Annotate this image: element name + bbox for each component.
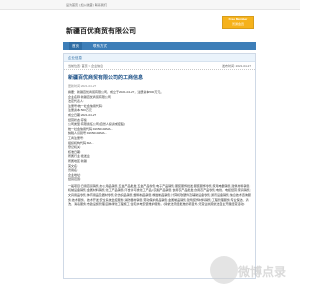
top-bar: 设为首页 | 加入收藏 | 联系我们 [0, 0, 300, 10]
member-badge: Free Member 普通会员 [222, 16, 254, 29]
breadcrumb-text[interactable]: 当前位置: 首页 > 企业信息 [68, 64, 103, 68]
main-panel: 企业信息 当前位置: 首页 > 企业信息 发布时间: 2021-04-27 新疆… [63, 53, 256, 279]
watermark-logo-icon [210, 256, 238, 284]
top-links[interactable]: 设为首页 | 加入收藏 | 联系我们 [66, 3, 107, 7]
info-line: 经营范围: [68, 177, 81, 182]
nav-item-home[interactable]: 首页 [69, 42, 82, 50]
business-scope: 一般项目:日用百货销售;办公用品销售;五金产品批发;五金产品零售;电子产品销售;… [68, 183, 251, 207]
nav-item-contact[interactable]: 联系方式 [90, 42, 110, 50]
badge-line2: 普通会员 [231, 22, 244, 26]
article-content: 新疆百优商贸有限公司的工商信息 更新时间:2021-04-27 摘要：新疆百优商… [64, 70, 255, 207]
article-title: 新疆百优商贸有限公司的工商信息 [68, 75, 144, 81]
publish-date: 发布时间: 2021-04-27 [221, 64, 251, 68]
main-nav: 首页 联系方式 [63, 42, 256, 50]
breadcrumb: 当前位置: 首页 > 企业信息 发布时间: 2021-04-27 [64, 62, 255, 70]
panel-header: 企业信息 [64, 54, 255, 62]
section-label: 企业信息 [68, 56, 82, 60]
company-title: 新疆百优商贸有限公司 [66, 28, 136, 35]
watermark-text: 微博点录 [238, 265, 287, 279]
watermark: 微博点录 [210, 254, 290, 288]
site-header: 新疆百优商贸有限公司 Free Member 普通会员 [0, 10, 300, 35]
update-time: 更新时间:2021-04-27 [68, 84, 97, 88]
